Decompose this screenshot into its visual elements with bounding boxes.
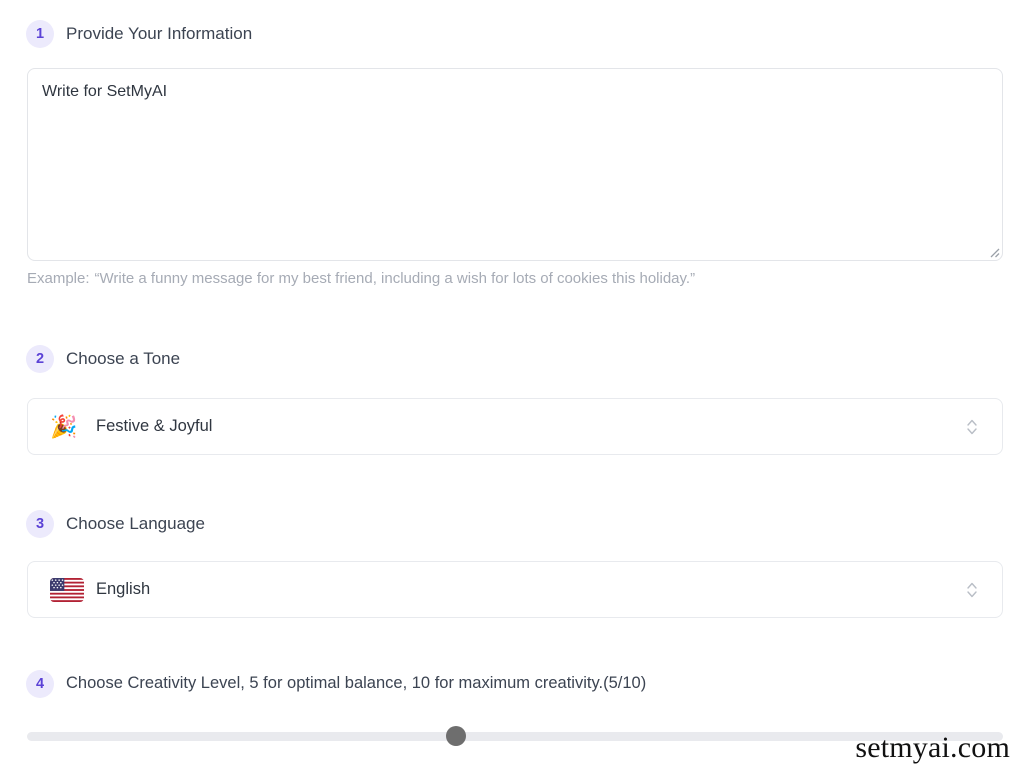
prompt-textarea-value: Write for SetMyAI: [42, 83, 168, 100]
step-1-header: 1 Provide Your Information: [26, 20, 252, 48]
step-4-header: 4 Choose Creativity Level, 5 for optimal…: [26, 670, 646, 698]
site-watermark: setmyai.com: [855, 731, 1010, 764]
creativity-slider-thumb[interactable]: [446, 726, 467, 746]
tone-select[interactable]: 🎉 Festive & Joyful: [27, 398, 1003, 455]
language-select-value: English: [96, 580, 151, 598]
example-label: Example:: [27, 270, 90, 287]
prompt-example-hint: Example: “Write a funny message for my be…: [27, 270, 1003, 287]
chevron-up-down-icon[interactable]: [962, 413, 982, 441]
chevron-up-down-icon[interactable]: [962, 576, 982, 604]
prompt-textarea[interactable]: Write for SetMyAI: [27, 68, 1003, 261]
creative-writing-form: 1 Provide Your Information Write for Set…: [0, 0, 1024, 765]
step-4-badge: 4: [26, 670, 54, 698]
party-popper-emoji: 🎉: [50, 413, 78, 439]
step-1-badge: 1: [26, 20, 54, 48]
resize-grip-icon[interactable]: [986, 244, 1000, 258]
example-text: “Write a funny message for my best frien…: [94, 270, 696, 287]
tone-select-value: Festive & Joyful: [96, 417, 213, 435]
step-4-title: Choose Creativity Level, 5 for optimal b…: [66, 674, 647, 693]
step-1-title: Provide Your Information: [66, 23, 253, 43]
us-flag-emoji: [50, 577, 84, 602]
step-2-badge: 2: [26, 345, 54, 373]
step-3-header: 3 Choose Language: [26, 510, 205, 538]
step-3-badge: 3: [26, 510, 54, 538]
step-2-title: Choose a Tone: [66, 348, 181, 368]
language-select[interactable]: English: [27, 561, 1003, 618]
step-2-header: 2 Choose a Tone: [26, 345, 180, 373]
step-3-title: Choose Language: [66, 513, 205, 533]
